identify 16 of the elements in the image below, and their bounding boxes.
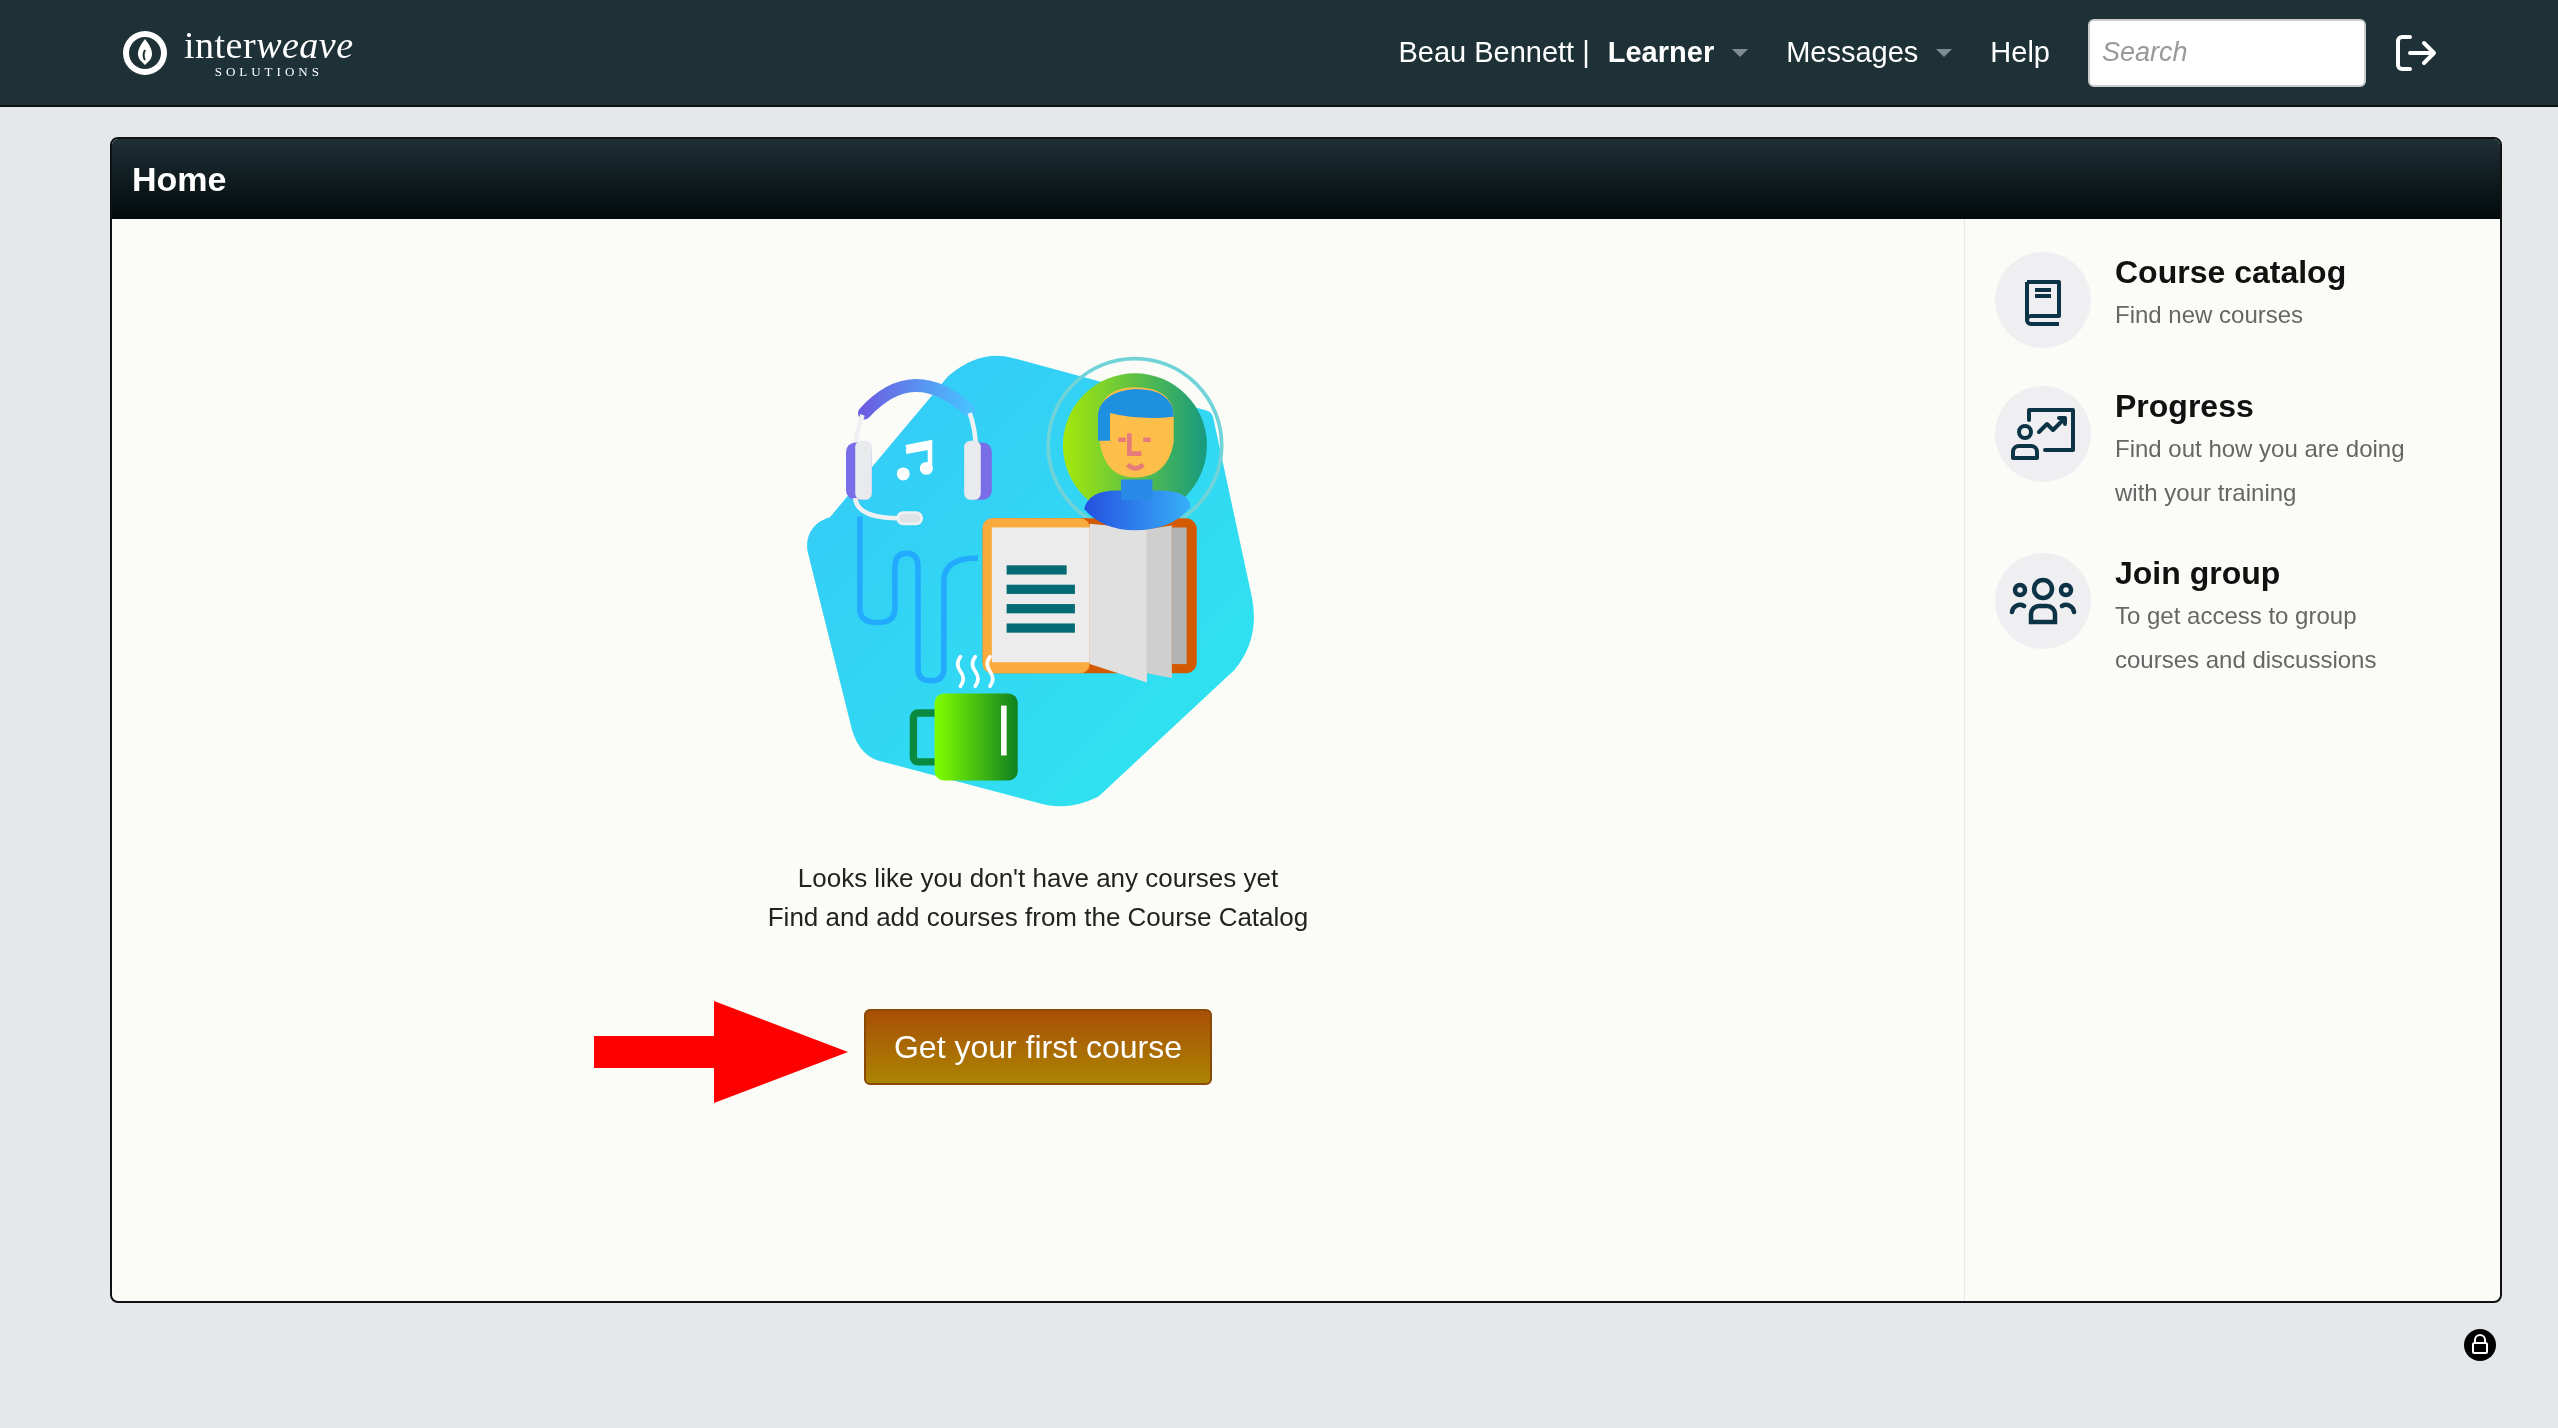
empty-state-message: Find and add courses from the Course Catalog xyxy=(767,901,1309,934)
shortcut-description: Find new courses xyxy=(2115,300,2305,330)
nav-link[interactable]: Help xyxy=(1990,36,2050,69)
search-field[interactable]: Search xyxy=(2088,18,2366,87)
empty-state-message: Looks like you don't have any courses yet xyxy=(796,862,1280,895)
shortcut-title[interactable]: Progress xyxy=(2115,388,2445,425)
nav-dropdown[interactable]: Messages xyxy=(1786,36,1953,69)
shortcut-title[interactable]: Course catalog xyxy=(2115,254,2445,291)
shortcut-description: Find out how you are doing with your training xyxy=(2115,434,2406,508)
panel-title: Home xyxy=(132,159,227,199)
brand-tagline: SOLUTIONS xyxy=(214,63,323,80)
shortcut-description: To get access to group courses and discussions xyxy=(2115,601,2378,675)
nav-dropdown[interactable]: Beau Bennett | Learner xyxy=(1398,36,1749,69)
brand-name: interweave xyxy=(184,25,354,64)
shortcut-title[interactable]: Join group xyxy=(2115,555,2445,592)
get-first-course-button[interactable]: Get your first course xyxy=(863,1009,1213,1085)
